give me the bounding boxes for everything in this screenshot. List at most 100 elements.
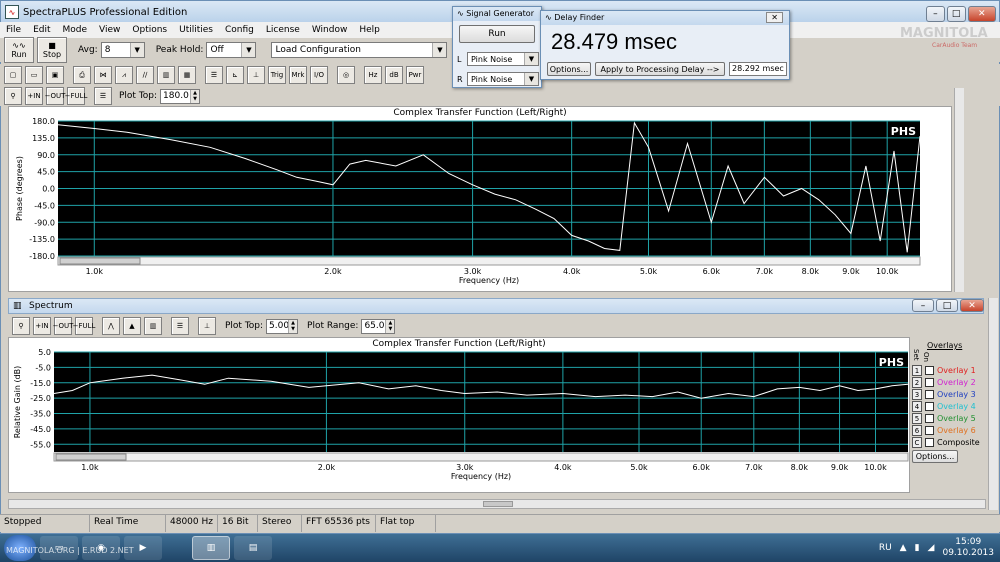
y-tick-label: -55.0 — [30, 440, 51, 449]
generator-run-button[interactable]: Run — [459, 25, 535, 43]
delay-finder-title: Delay Finder — [554, 13, 605, 22]
watermark-left: MAGNITOLA.ORG | E.RUD 2.NET — [6, 546, 134, 555]
overlay-checkbox[interactable] — [925, 426, 934, 435]
x-tick-label: 8.0k — [791, 463, 809, 472]
composite-label: Composite — [937, 438, 980, 447]
clock[interactable]: 15:09 09.10.2013 — [942, 537, 994, 559]
right-channel-label: R — [457, 75, 463, 84]
overlay-row: 1 Overlay 1 — [912, 365, 976, 376]
delay-finder-titlebar: ∿ Delay Finder ✕ — [541, 11, 789, 25]
y-tick-label: -35.0 — [30, 410, 51, 419]
composite-row: C Composite — [912, 437, 980, 448]
y-tick-label: -25.0 — [30, 394, 51, 403]
x-scroll-strip — [53, 452, 909, 462]
taskbar-spectraplus-icon[interactable]: ▥ — [192, 536, 230, 560]
overlay-checkbox[interactable] — [925, 402, 934, 411]
left-channel-label: L — [457, 55, 462, 64]
taskbar-app-icon[interactable]: ▤ — [234, 536, 272, 560]
status-state: Stopped — [0, 515, 90, 532]
overlay-checkbox[interactable] — [925, 414, 934, 423]
y-tick-label: -5.0 — [35, 363, 51, 372]
x-scroll-thumb — [55, 453, 127, 461]
overlay-set-button[interactable]: 4 — [912, 401, 922, 412]
overlay-set-button[interactable]: 2 — [912, 377, 922, 388]
overlay-set-button[interactable]: 1 — [912, 365, 922, 376]
horizontal-scrollbar[interactable] — [8, 499, 986, 509]
overlay-set-button[interactable]: 6 — [912, 425, 922, 436]
network-icon[interactable]: ▮ — [915, 543, 920, 553]
watermark-right-sub: CarAudio Team — [932, 42, 978, 49]
status-sample-rate: 48000 Hz — [166, 515, 218, 532]
delay-close-icon[interactable]: ✕ — [766, 12, 783, 23]
delay-options-button[interactable]: Options... — [547, 62, 591, 76]
x-tick-label: 7.0k — [745, 463, 763, 472]
x-tick-label: 9.0k — [831, 463, 849, 472]
status-channels: Stereo — [258, 515, 302, 532]
overlay-label: Overlay 6 — [937, 426, 976, 435]
composite-checkbox[interactable] — [925, 438, 934, 447]
signal-generator-title: Signal Generator — [466, 9, 534, 18]
overlay-checkbox[interactable] — [925, 390, 934, 399]
status-window: Flat top — [376, 515, 436, 532]
chart-watermark: PHS — [879, 356, 904, 369]
generator-icon: ∿ — [457, 9, 467, 18]
x-tick-label: 2.0k — [318, 463, 336, 472]
signal-generator-window: ∿ Signal Generator Run L Pink Noise ▼ R P… — [452, 6, 542, 88]
set-label: Set — [912, 349, 920, 361]
overlay-row: 3 Overlay 3 — [912, 389, 976, 400]
overlay-row: 2 Overlay 2 — [912, 377, 976, 388]
language-indicator[interactable]: RU — [879, 543, 892, 553]
processing-delay-field[interactable]: 28.292 msec — [729, 62, 787, 76]
y-tick-label: 5.0 — [38, 348, 51, 357]
overlay-label: Overlay 4 — [937, 402, 976, 411]
x-tick-label: 5.0k — [630, 463, 648, 472]
main-vertical-scrollbar[interactable] — [988, 298, 998, 510]
right-signal-value: Pink Noise — [471, 74, 513, 84]
composite-set-button[interactable]: C — [912, 437, 922, 448]
scrollbar-thumb[interactable] — [483, 501, 513, 507]
clock-date: 09.10.2013 — [942, 548, 994, 558]
signal-generator-titlebar: ∿ Signal Generator — [453, 7, 541, 21]
delay-finder-window: ∿ Delay Finder ✕ 28.479 msec Options... … — [540, 10, 790, 80]
chevron-down-icon: ▼ — [524, 53, 538, 65]
overlay-row: 5 Overlay 5 — [912, 413, 976, 424]
x-tick-label: 1.0k — [81, 463, 99, 472]
on-label: On — [922, 352, 930, 362]
left-signal-select[interactable]: Pink Noise ▼ — [467, 52, 539, 66]
y-axis-label: Relative Gain (dB) — [13, 366, 22, 439]
x-tick-label: 3.0k — [456, 463, 474, 472]
delay-value: 28.479 msec — [551, 29, 677, 54]
x-axis-label: Frequency (Hz) — [451, 472, 511, 481]
overlay-row: 6 Overlay 6 — [912, 425, 976, 436]
x-tick-label: 6.0k — [693, 463, 711, 472]
y-tick-label: -45.0 — [30, 425, 51, 434]
y-tick-label: -15.0 — [30, 379, 51, 388]
overlay-label: Overlay 5 — [937, 414, 976, 423]
tray-arrow-icon[interactable]: ▲ — [900, 543, 907, 553]
status-mode: Real Time — [90, 515, 166, 532]
volume-icon[interactable]: ◢ — [928, 543, 935, 553]
overlay-label: Overlay 3 — [937, 390, 976, 399]
overlay-label: Overlay 2 — [937, 378, 976, 387]
x-tick-label: 10.0k — [864, 463, 887, 472]
chevron-down-icon: ▼ — [524, 73, 538, 85]
clock-time: 15:09 — [955, 537, 982, 547]
overlays-title: Overlays — [927, 341, 963, 350]
status-fft-size: FFT 65536 pts — [302, 515, 376, 532]
status-bar: Stopped Real Time 48000 Hz 16 Bit Stereo… — [0, 514, 1000, 532]
taskbar: ▭ ◉ ▶ ▥ ▤ RU ▲ ▮ ◢ 15:09 09.10.2013 — [0, 534, 1000, 562]
overlay-options-button[interactable]: Options... — [912, 450, 958, 463]
overlay-label: Overlay 1 — [937, 366, 976, 375]
overlay-checkbox[interactable] — [925, 366, 934, 375]
system-tray: RU ▲ ▮ ◢ 15:09 09.10.2013 — [879, 534, 1000, 562]
left-signal-value: Pink Noise — [471, 54, 513, 64]
overlay-set-button[interactable]: 5 — [912, 413, 922, 424]
overlay-checkbox[interactable] — [925, 378, 934, 387]
right-signal-select[interactable]: Pink Noise ▼ — [467, 72, 539, 86]
delay-icon: ∿ — [545, 13, 555, 22]
x-tick-label: 4.0k — [554, 463, 572, 472]
status-bit-depth: 16 Bit — [218, 515, 258, 532]
overlay-row: 4 Overlay 4 — [912, 401, 976, 412]
apply-delay-button[interactable]: Apply to Processing Delay --> — [595, 62, 725, 76]
overlay-set-button[interactable]: 3 — [912, 389, 922, 400]
